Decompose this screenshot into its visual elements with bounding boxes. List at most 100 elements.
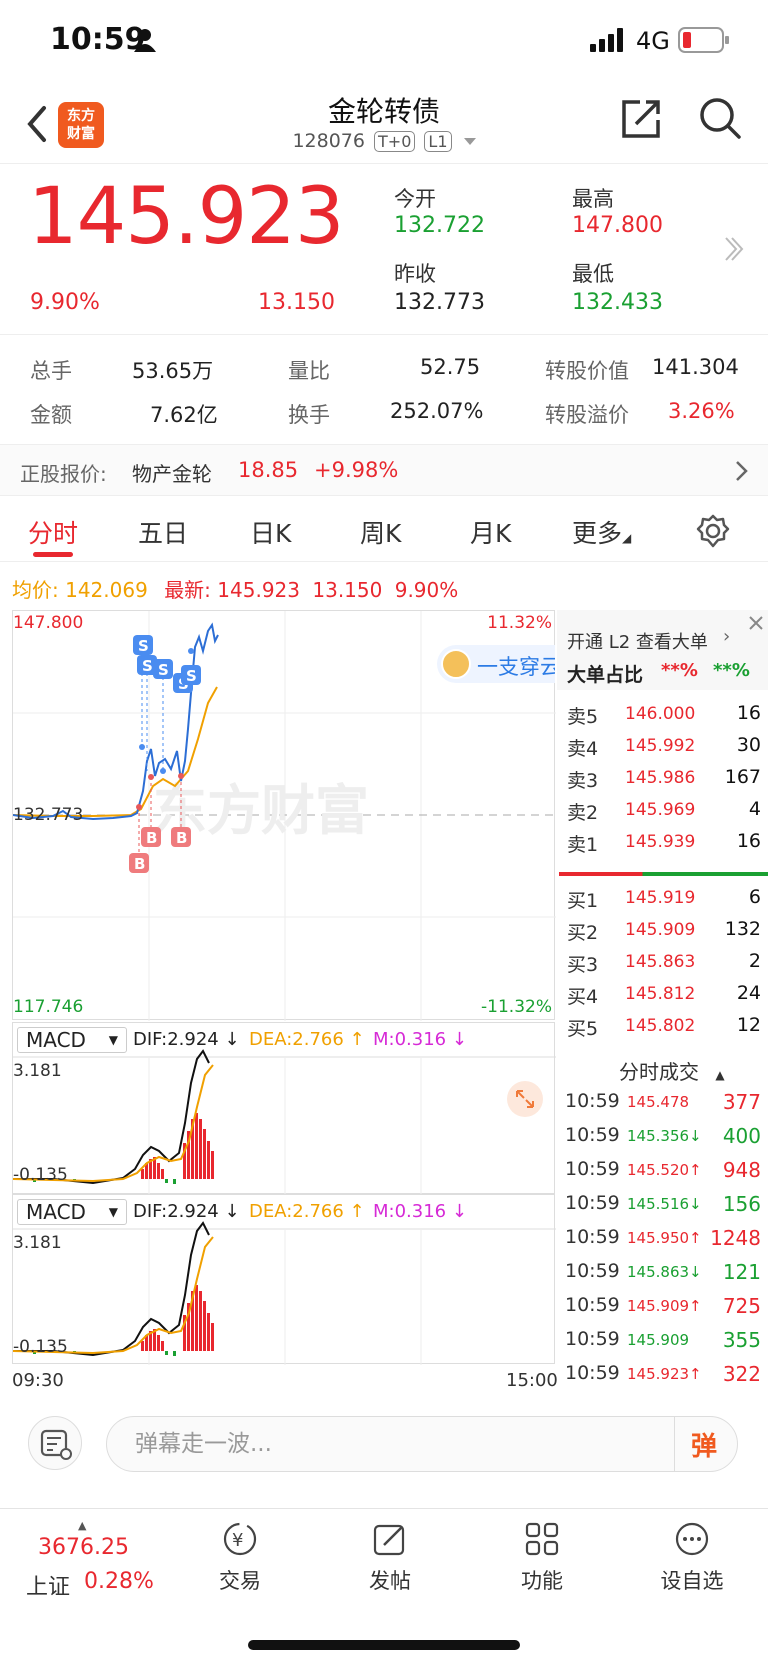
status-time: 10:59 (50, 22, 146, 57)
low-value: 132.433 (572, 290, 663, 315)
home-indicator (248, 1640, 520, 1650)
tab-five-day[interactable]: 五日 (138, 514, 188, 550)
macd-panel-1: MACD ▼ DIF:2.924 ↓ DEA:2.766 ↑ M:0.316 ↓ … (12, 1022, 556, 1195)
ask-row: 卖4 145.992 30 (567, 734, 761, 760)
buy-sell-ratio-bar (559, 872, 768, 876)
macd-chart-1 (13, 1049, 556, 1195)
expand-arrows-icon (516, 1090, 534, 1108)
svg-text:¥: ¥ (232, 1530, 243, 1551)
grid-apps-icon (525, 1522, 559, 1556)
promo-banner[interactable]: 一支穿云 (437, 645, 555, 683)
danmu-icon: 弹 (691, 1432, 718, 1462)
search-icon[interactable] (698, 96, 742, 140)
underlying-stock-bar[interactable]: 正股报价: 物产金轮 18.85 +9.98% (0, 444, 768, 496)
buy-marker-label: B (134, 855, 145, 873)
trades-header[interactable]: 分时成交 ▲ (619, 1056, 725, 1085)
buy-marker-label: B (146, 829, 157, 847)
ask-row: 卖3 145.986 167 (567, 766, 761, 792)
tab-add-watchlist[interactable]: 设自选 (632, 1521, 752, 1595)
volume-value: 53.65万 (132, 359, 214, 383)
index-name: 上证 (26, 1575, 71, 1600)
status-bar: 10:59 4G (0, 0, 768, 84)
macd-top-label: 3.181 (13, 1233, 62, 1253)
tab-monthly-k[interactable]: 月K (470, 514, 511, 550)
ask-row: 卖5 146.000 16 (567, 702, 761, 728)
latest-change: 13.150 (312, 578, 383, 602)
vol-ratio-value: 52.75 (420, 355, 481, 379)
trade-row: 10:59 145.520↑ 948 (565, 1158, 761, 1182)
trade-row: 10:59 145.923↑ 322 (565, 1362, 761, 1386)
chevron-right-icon (736, 461, 748, 481)
volume-label: 总手 (30, 359, 72, 383)
macd-panel-2: MACD ▼ DIF:2.924 ↓ DEA:2.766 ↑ M:0.316 ↓ … (12, 1194, 556, 1365)
trade-row: 10:59 145.516↓ 156 (565, 1192, 761, 1216)
expand-chevron-icon[interactable] (722, 234, 744, 264)
turnover-value: 252.07% (390, 399, 484, 423)
amount-value: 7.62亿 (150, 403, 218, 427)
macd-bottom-label: -0.135 (13, 1165, 68, 1185)
trade-row: 10:59 145.478 377 (565, 1090, 761, 1114)
chart-tabs: 分时 五日 日K 周K 月K 更多◢ (0, 500, 768, 562)
comment-list-button[interactable] (28, 1416, 82, 1470)
trade-row: 10:59 145.863↓ 121 (565, 1260, 761, 1284)
premium-label: 转股溢价 (545, 403, 629, 427)
more-dots-icon (675, 1522, 709, 1556)
promo-mascot-icon (441, 649, 471, 679)
high-value: 147.800 (572, 213, 663, 238)
macd-bottom-label: -0.135 (13, 1337, 68, 1357)
settings-gear-icon[interactable] (696, 514, 730, 548)
pct-low-label: -11.32% (481, 997, 552, 1017)
latest-price: 145.923 (217, 578, 301, 602)
l2-promo[interactable]: 开通 L2 查看大单 › 大单占比 **% **% (557, 610, 768, 690)
danmu-input[interactable]: 弹幕走一波... (106, 1416, 738, 1472)
high-label: 最高 (572, 187, 614, 211)
tab-functions[interactable]: 功能 (482, 1521, 602, 1595)
level-badge: L1 (424, 131, 452, 152)
tab-more[interactable]: 更多◢ (572, 514, 631, 550)
index-value: 3676.25 (38, 1535, 129, 1560)
t0-badge: T+0 (374, 131, 416, 152)
bid-row: 买2 145.909 132 (567, 918, 761, 944)
underlying-price: 18.85 (238, 458, 299, 482)
fullscreen-button[interactable] (507, 1081, 543, 1117)
trade-row: 10:59 145.356↓ 400 (565, 1124, 761, 1148)
bid-row: 买3 145.863 2 (567, 950, 761, 976)
close-icon[interactable] (747, 614, 765, 632)
prev-close-value: 132.773 (394, 290, 485, 315)
trade-icon: ¥ (223, 1522, 257, 1556)
turnover-label: 换手 (288, 403, 330, 427)
y-high-label: 147.800 (13, 613, 84, 633)
tab-intraday[interactable]: 分时 (28, 514, 78, 550)
stats-panel: 总手 53.65万 量比 52.75 转股价值 141.304 金额 7.62亿… (0, 334, 768, 444)
nav-bar: 东方 财富 金轮转债 128076 T+0 L1 (0, 84, 768, 164)
trade-row: 10:59 145.909↑ 725 (565, 1294, 761, 1318)
order-panel: 开通 L2 查看大单 › 大单占比 **% **% 卖5 146.000 16 卖4… (557, 610, 768, 1394)
avg-price: 142.069 (65, 578, 148, 602)
y-low-label: 117.746 (13, 997, 84, 1017)
macd-histogram-red (141, 1285, 214, 1351)
signal-icon (590, 28, 623, 52)
danmu-toggle-button[interactable]: 弹 (674, 1416, 738, 1472)
underlying-label: 正股报价: (20, 462, 107, 486)
macd-top-label: 3.181 (13, 1061, 62, 1081)
macd-chart-2 (13, 1221, 556, 1365)
caret-up-icon: ▲ (78, 1519, 87, 1532)
tab-weekly-k[interactable]: 周K (360, 514, 401, 550)
tab-post[interactable]: 发帖 (330, 1521, 450, 1595)
person-icon (134, 29, 156, 52)
share-icon[interactable] (620, 98, 662, 140)
buy-marker-label: B (176, 829, 187, 847)
trade-row: 10:59 145.909 355 (565, 1328, 761, 1352)
index-pct: 0.28% (84, 1569, 154, 1594)
bid-row: 买5 145.802 12 (567, 1014, 761, 1040)
current-price: 145.923 (28, 172, 345, 262)
conv-value-label: 转股价值 (545, 359, 629, 383)
intraday-summary: 均价: 142.069 最新: 145.923 13.150 9.90% (12, 578, 459, 602)
intraday-chart[interactable]: 东方财富 B B B S S S S S 147.800 132.773 117… (12, 610, 556, 1021)
trade-row: 10:59 145.950↑ 1248 (565, 1226, 761, 1250)
tab-trade[interactable]: ¥ 交易 (180, 1521, 300, 1595)
ask-row: 卖2 145.969 4 (567, 798, 761, 824)
index-ticker[interactable]: ▲ 3676.25 上证 0.28% (20, 1519, 170, 1600)
macd-histogram-red (141, 1113, 214, 1179)
tab-daily-k[interactable]: 日K (250, 514, 291, 550)
